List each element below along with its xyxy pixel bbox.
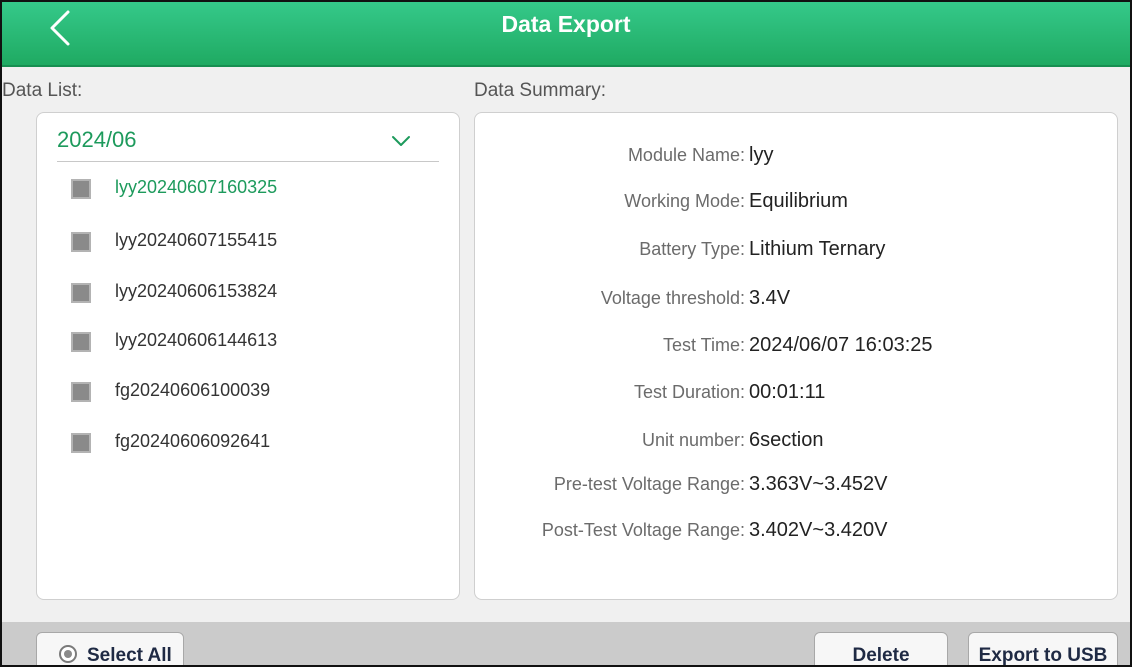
checkbox[interactable] [71,433,91,453]
export-to-usb-button[interactable]: Export to USB [968,632,1118,666]
file-name: lyy20240607160325 [115,177,278,197]
summary-value: 00:01:11 [749,381,826,403]
summary-label: Module Name: [627,145,745,165]
list-item[interactable]: fg20240606092641 [71,429,431,459]
data-list-panel: 2024/06 lyy20240607160325 lyy20240607155… [36,112,460,600]
checkbox[interactable] [71,332,91,352]
list-item[interactable]: fg20240606100039 [71,378,431,408]
delete-label: Delete [852,645,910,666]
summary-row-voltage-threshold: Voltage threshold: 3.4V [475,286,1115,316]
file-name: fg20240606100039 [115,380,271,400]
summary-value: 2024/06/07 16:03:25 [749,334,933,356]
summary-label: Post-Test Voltage Range: [541,520,745,540]
delete-button[interactable]: Delete [814,632,948,666]
summary-label: Test Time: [662,335,745,355]
summary-row-pre-test-voltage: Pre-test Voltage Range: 3.363V~3.452V [475,472,1115,502]
summary-row-post-test-voltage: Post-Test Voltage Range: 3.402V~3.420V [475,518,1115,548]
header-bar: Data Export [2,2,1130,67]
summary-value: Lithium Ternary [749,238,886,260]
file-name: lyy20240606144613 [115,330,278,350]
list-item[interactable]: lyy20240607160325 [71,175,431,205]
summary-row-module-name: Module Name: lyy [475,143,1115,173]
summary-value: 3.363V~3.452V [749,473,888,495]
summary-label: Unit number: [641,430,745,450]
checkbox[interactable] [71,179,91,199]
month-select[interactable]: 2024/06 [57,123,439,162]
chevron-down-icon [392,136,410,146]
summary-row-test-time: Test Time: 2024/06/07 16:03:25 [475,333,1115,363]
app-window: Data Export Data List: Data Summary: 202… [0,0,1132,667]
checkbox[interactable] [71,382,91,402]
page-title: Data Export [501,11,631,37]
summary-value: 6section [749,429,824,451]
list-item[interactable]: lyy20240607155415 [71,228,431,258]
file-name: fg20240606092641 [115,431,271,451]
summary-label: Battery Type: [639,239,745,259]
summary-value: lyy [749,144,774,166]
summary-label: Working Mode: [624,191,745,211]
checkbox[interactable] [71,232,91,252]
select-all-button[interactable]: Select All [36,632,184,666]
summary-row-battery-type: Battery Type: Lithium Ternary [475,237,1115,267]
data-summary-panel: Module Name: lyy Working Mode: Equilibri… [474,112,1118,600]
list-item[interactable]: lyy20240606144613 [71,328,431,358]
summary-row-test-duration: Test Duration: 00:01:11 [475,380,1115,410]
summary-row-working-mode: Working Mode: Equilibrium [475,189,1115,219]
summary-label: Test Duration: [633,382,745,402]
export-label: Export to USB [978,645,1108,666]
summary-row-unit-number: Unit number: 6section [475,428,1115,458]
month-select-value: 2024/06 [57,127,137,152]
summary-value: Equilibrium [749,190,848,212]
file-name: lyy20240607155415 [115,230,278,250]
file-name: lyy20240606153824 [115,281,278,301]
data-list-label: Data List: [2,80,83,101]
list-item[interactable]: lyy20240606153824 [71,279,431,309]
checkbox[interactable] [71,283,91,303]
data-summary-label: Data Summary: [474,80,606,101]
select-all-label: Select All [87,645,172,666]
summary-value: 3.4V [749,287,791,309]
radio-icon[interactable] [59,645,77,663]
footer-bar: Select All Delete Export to USB [2,622,1130,665]
summary-value: 3.402V~3.420V [749,519,888,541]
summary-label: Pre-test Voltage Range: [553,474,745,494]
summary-label: Voltage threshold: [600,288,745,308]
